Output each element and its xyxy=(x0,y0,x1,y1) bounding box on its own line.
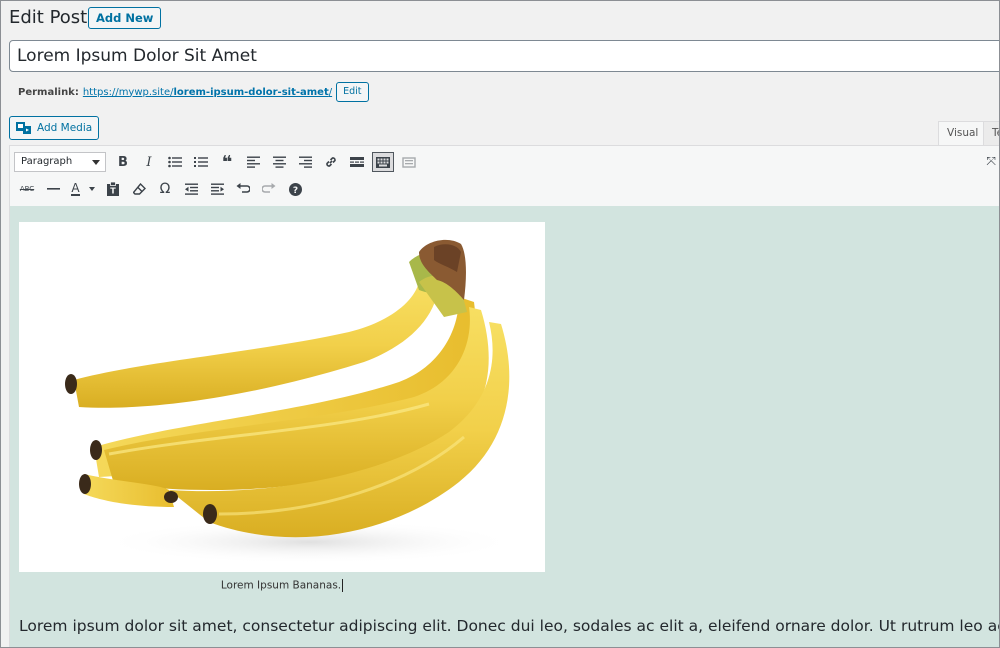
indent-icon[interactable] xyxy=(204,177,230,201)
permalink-link-slug[interactable]: lorem-ipsum-dolor-sit-amet xyxy=(173,87,328,98)
editor-toolbar: Paragraph B I ❝ ⤧ ABC A T Ω ? xyxy=(9,145,1000,206)
outdent-icon[interactable] xyxy=(178,177,204,201)
add-media-label: Add Media xyxy=(37,122,93,134)
undo-icon[interactable] xyxy=(230,177,256,201)
tab-visual[interactable]: Visual xyxy=(938,121,988,145)
svg-text:?: ? xyxy=(292,186,297,196)
chevron-down-icon xyxy=(92,160,100,165)
page-title: Edit Post xyxy=(9,7,88,28)
italic-icon[interactable]: I xyxy=(136,150,162,174)
image-caption[interactable]: Lorem Ipsum Bananas. xyxy=(19,579,545,592)
special-character-icon[interactable]: Ω xyxy=(152,177,178,201)
add-new-button[interactable]: Add New xyxy=(88,7,162,29)
permalink-link-base[interactable]: https://mywp.site/ xyxy=(83,87,174,98)
tab-text[interactable]: Te xyxy=(983,121,1000,145)
bulleted-list-icon[interactable] xyxy=(162,150,188,174)
toolbar-row-2: ABC A T Ω ? xyxy=(14,177,308,201)
permalink-link-trailing[interactable]: / xyxy=(329,87,332,98)
read-more-icon[interactable] xyxy=(344,150,370,174)
align-center-icon[interactable] xyxy=(266,150,292,174)
numbered-list-icon[interactable] xyxy=(188,150,214,174)
image-caption-text: Lorem Ipsum Bananas. xyxy=(220,579,342,592)
svg-text:T: T xyxy=(110,187,116,196)
clear-formatting-icon[interactable] xyxy=(126,177,152,201)
editor-content-area[interactable]: Lorem Ipsum Bananas. Lorem ipsum dolor s… xyxy=(9,206,1000,648)
text-cursor xyxy=(342,579,344,592)
bold-icon[interactable]: B xyxy=(110,150,136,174)
horizontal-line-icon[interactable] xyxy=(40,177,66,201)
blockquote-icon[interactable]: ❝ xyxy=(214,150,240,174)
format-select-value: Paragraph xyxy=(21,156,73,167)
banana-image[interactable] xyxy=(19,222,545,572)
fullscreen-expand-icon[interactable]: ⤧ xyxy=(986,154,996,169)
toolbar-toggle-icon[interactable] xyxy=(372,152,394,172)
toolbar-row-1: Paragraph B I ❝ xyxy=(14,150,422,174)
redo-icon[interactable] xyxy=(256,177,282,201)
align-left-icon[interactable] xyxy=(240,150,266,174)
distraction-free-icon[interactable] xyxy=(396,150,422,174)
permalink-edit-button[interactable]: Edit xyxy=(336,82,369,102)
permalink-row: Permalink: https://mywp.site/lorem-ipsum… xyxy=(18,82,369,102)
add-media-icon xyxy=(16,121,32,135)
format-select[interactable]: Paragraph xyxy=(14,152,106,172)
help-icon[interactable]: ? xyxy=(282,177,308,201)
paste-as-text-icon[interactable]: T xyxy=(100,177,126,201)
permalink-label: Permalink: xyxy=(18,86,79,98)
add-media-button[interactable]: Add Media xyxy=(9,116,100,140)
align-right-icon[interactable] xyxy=(292,150,318,174)
link-icon[interactable] xyxy=(318,150,344,174)
text-color-icon[interactable]: A xyxy=(66,177,100,201)
strikethrough-icon[interactable]: ABC xyxy=(14,177,40,201)
post-body-paragraph[interactable]: Lorem ipsum dolor sit amet, consectetur … xyxy=(19,617,1000,635)
post-title-input[interactable]: Lorem Ipsum Dolor Sit Amet xyxy=(9,40,1000,72)
